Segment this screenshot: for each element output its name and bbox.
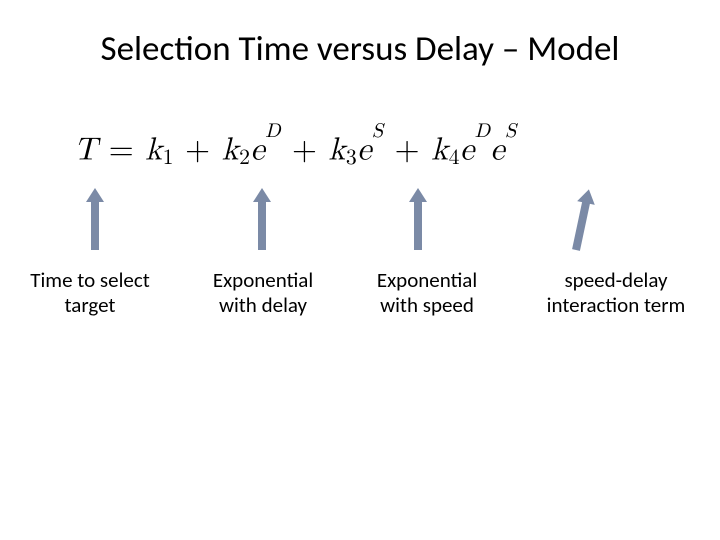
label-exp-delay: Exponential with delay bbox=[178, 268, 348, 318]
arrow-icon bbox=[258, 200, 266, 250]
label-line: Exponential bbox=[213, 267, 313, 293]
arrows-layer bbox=[0, 190, 720, 260]
k2-sub: 2 bbox=[239, 147, 250, 169]
k3: k bbox=[329, 135, 346, 167]
label-time-to-select: Time to select target bbox=[0, 268, 180, 318]
label-line: interaction term bbox=[547, 292, 686, 318]
arrow-icon bbox=[572, 200, 590, 251]
k4: k bbox=[431, 135, 448, 167]
arrow-icon bbox=[414, 200, 422, 250]
e4a: e bbox=[460, 135, 475, 167]
e2-sup: D bbox=[265, 121, 281, 141]
plus-2: + bbox=[281, 135, 329, 167]
label-line: with delay bbox=[219, 292, 307, 318]
k4-sub: 4 bbox=[449, 147, 460, 169]
eq-sign: = bbox=[98, 135, 146, 167]
slide: Selection Time versus Delay – Model T = … bbox=[0, 0, 720, 540]
model-equation: T = k1 + k2eD + k3eS + k4eDeS bbox=[74, 130, 634, 170]
e4b-sup: S bbox=[505, 121, 517, 141]
slide-title: Selection Time versus Delay – Model bbox=[0, 28, 720, 70]
e3: e bbox=[357, 135, 372, 167]
label-exp-speed: Exponential with speed bbox=[342, 268, 512, 318]
k1-sub: 1 bbox=[163, 147, 174, 169]
var-T: T bbox=[74, 135, 98, 167]
k2: k bbox=[222, 135, 239, 167]
label-line: Exponential bbox=[377, 267, 477, 293]
equation-box: T = k1 + k2eD + k3eS + k4eDeS bbox=[74, 130, 634, 170]
e4a-sup: D bbox=[475, 121, 491, 141]
plus-3: + bbox=[384, 135, 432, 167]
k3-sub: 3 bbox=[346, 147, 357, 169]
label-interaction-term: speed-delay interaction term bbox=[516, 268, 716, 318]
k1: k bbox=[145, 135, 162, 167]
arrow-icon bbox=[91, 200, 99, 250]
label-line: target bbox=[65, 292, 116, 318]
label-line: Time to select bbox=[30, 267, 150, 293]
e2: e bbox=[250, 135, 265, 167]
label-line: speed-delay bbox=[564, 267, 667, 293]
plus-1: + bbox=[174, 135, 222, 167]
label-line: with speed bbox=[380, 292, 474, 318]
e3-sup: S bbox=[372, 121, 384, 141]
e4b: e bbox=[490, 135, 505, 167]
